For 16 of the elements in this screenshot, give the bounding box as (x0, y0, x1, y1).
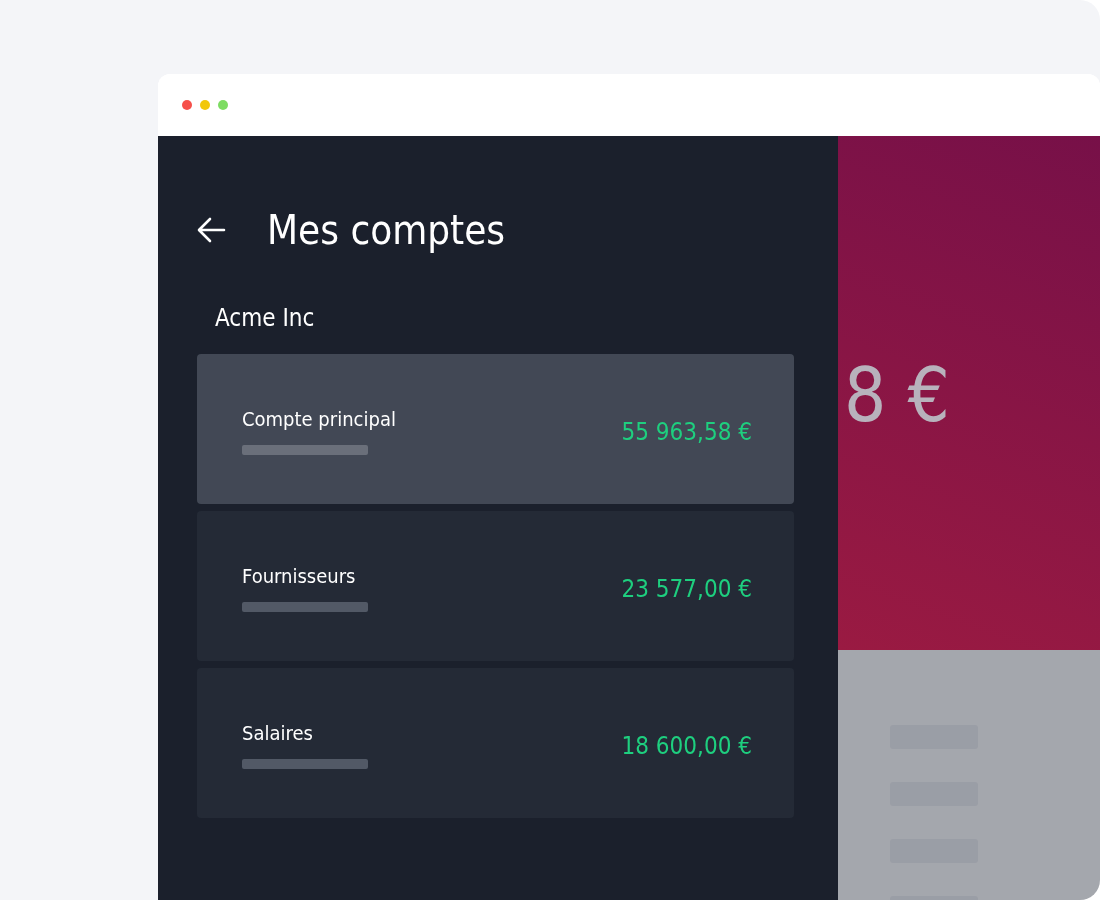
account-balance: 55 963,58 € (621, 417, 752, 446)
account-name: Compte principal (242, 407, 396, 431)
section-heading: Acme Inc (215, 303, 316, 334)
account-name: Salaires (242, 721, 314, 745)
account-card[interactable]: Fournisseurs 23 577,00 € (197, 511, 794, 661)
account-card[interactable]: Compte principal 55 963,58 € (197, 354, 794, 504)
close-window-dot[interactable] (182, 100, 192, 110)
maximize-window-dot[interactable] (218, 100, 228, 110)
account-name: Fournisseurs (242, 564, 357, 588)
account-balance: 23 577,00 € (621, 574, 752, 603)
account-card[interactable]: Salaires 18 600,00 € (197, 668, 794, 818)
balance-amount: 8 € (843, 351, 951, 440)
account-balance: 18 600,00 € (621, 731, 752, 760)
back-arrow-icon[interactable] (197, 217, 227, 243)
page-title: Mes comptes (267, 206, 506, 255)
minimize-window-dot[interactable] (200, 100, 210, 110)
